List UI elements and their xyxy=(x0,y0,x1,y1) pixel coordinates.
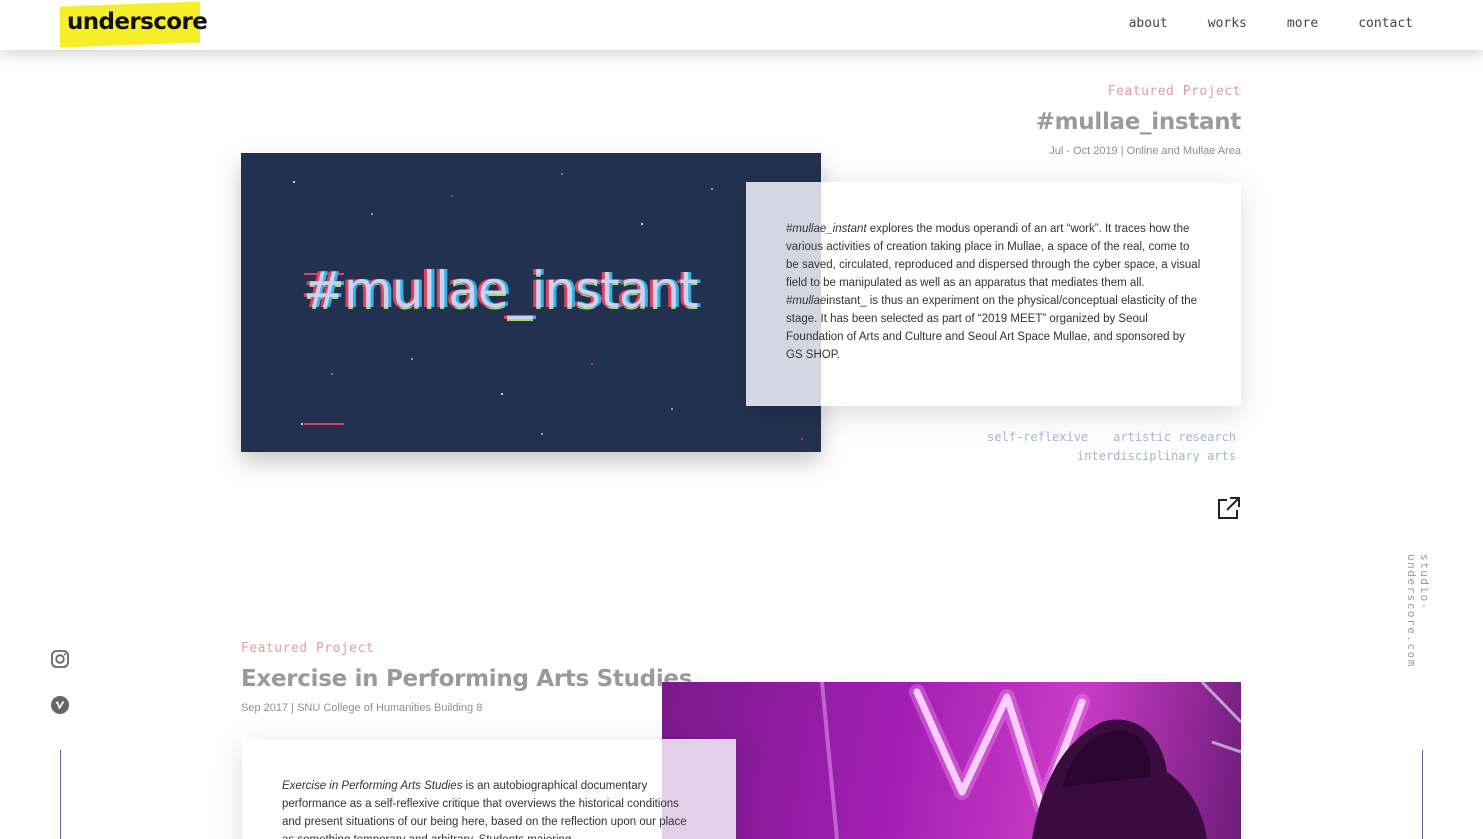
project-date: Jul - Oct 2019 | Online and Mullae Area xyxy=(1049,145,1241,157)
project-description: #mullae_instant explores the modus opera… xyxy=(786,220,1201,364)
noise-dot xyxy=(801,438,803,440)
desc-italic: #mullae xyxy=(786,295,827,307)
tag-interdisciplinary-arts[interactable]: interdisciplinary arts xyxy=(1077,449,1236,463)
noise-dot xyxy=(711,188,713,190)
featured-label: Featured Project xyxy=(1107,84,1241,99)
external-link-icon[interactable] xyxy=(1216,495,1242,521)
tag-artistic-research[interactable]: artistic research xyxy=(1113,430,1236,444)
desc-text: instant_ is thus an experiment on the ph… xyxy=(786,295,1198,361)
featured-label: Featured Project xyxy=(241,641,375,656)
vimeo-icon[interactable] xyxy=(50,695,70,715)
desc-title-italic: Exercise in Performing Arts Studies xyxy=(282,780,463,792)
image-glitch-text: #mullae_instant xyxy=(303,261,699,319)
noise-dot xyxy=(293,181,295,183)
site-header: underscore about works more contact xyxy=(0,0,1483,50)
noise-dot xyxy=(371,213,373,215)
tag-self-reflexive[interactable]: self-reflexive xyxy=(987,430,1088,444)
logo[interactable]: underscore xyxy=(60,1,207,48)
side-domain-text[interactable]: studio-underscore.com xyxy=(1405,554,1431,724)
nav-more[interactable]: more xyxy=(1287,16,1318,31)
noise-dot xyxy=(301,423,303,425)
project-description-card: #mullae_instant explores the modus opera… xyxy=(746,182,1241,406)
project-date: Sep 2017 | SNU College of Humanities Bui… xyxy=(241,702,483,714)
project-description: Exercise in Performing Arts Studies is a… xyxy=(282,777,696,839)
tag-list: self-reflexive artistic research interdi… xyxy=(987,430,1236,468)
left-vertical-line xyxy=(60,750,61,839)
project-image-mullae[interactable]: #mullae_instant xyxy=(241,153,821,452)
noise-dot xyxy=(331,373,333,375)
noise-dot xyxy=(451,195,453,197)
right-vertical-line xyxy=(1422,750,1423,839)
noise-dot xyxy=(671,408,673,410)
image-neon-sign xyxy=(820,682,1241,839)
project-title[interactable]: #mullae_instant xyxy=(1036,109,1242,135)
project-image-exercise[interactable] xyxy=(662,682,1241,839)
noise-dot xyxy=(541,433,543,435)
main-nav: about works more contact xyxy=(1129,16,1413,31)
noise-dot xyxy=(501,393,503,395)
noise-dot xyxy=(641,223,643,225)
nav-works[interactable]: works xyxy=(1208,16,1247,31)
project-title[interactable]: Exercise in Performing Arts Studies xyxy=(241,666,692,692)
logo-text: underscore xyxy=(67,8,208,35)
noise-dot xyxy=(561,173,563,175)
nav-contact[interactable]: contact xyxy=(1358,16,1413,31)
glitch-bar xyxy=(304,423,344,425)
nav-about[interactable]: about xyxy=(1129,16,1168,31)
project-description-card: Exercise in Performing Arts Studies is a… xyxy=(242,739,736,839)
desc-title-italic: #mullae_instant xyxy=(786,223,867,235)
noise-dot xyxy=(411,358,413,360)
noise-dot xyxy=(591,363,593,365)
instagram-icon[interactable] xyxy=(50,649,70,669)
